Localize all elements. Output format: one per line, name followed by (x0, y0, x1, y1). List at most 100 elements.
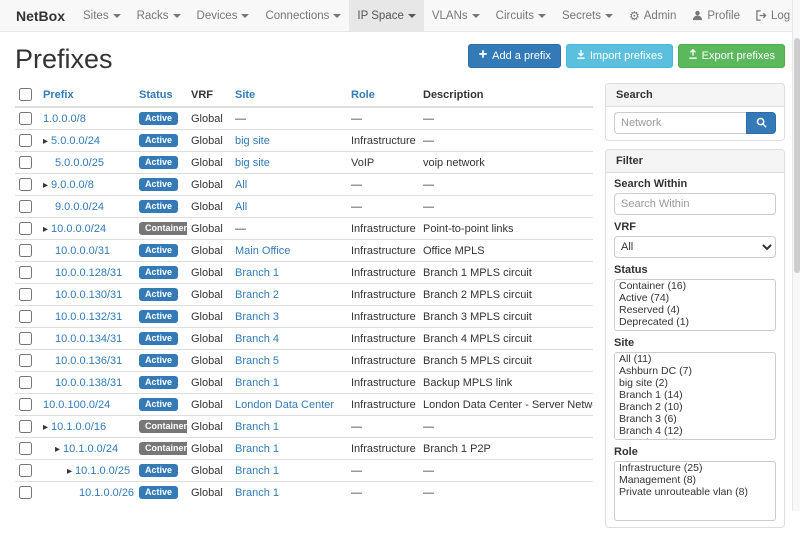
prefix-link[interactable]: 10.0.0.0/24 (51, 223, 106, 235)
nav-admin[interactable]: ⚙ Admin (621, 0, 684, 31)
prefix-link[interactable]: 10.0.0.136/31 (55, 355, 122, 367)
select-all-checkbox[interactable] (19, 88, 32, 101)
prefix-link[interactable]: 10.1.0.0/16 (51, 421, 106, 433)
add-prefix-button[interactable]: Add a prefix (468, 44, 561, 68)
prefix-link[interactable]: 10.0.0.0/31 (55, 245, 110, 257)
site-listbox[interactable]: All (11)Ashburn DC (7)big site (2)Branch… (614, 352, 776, 440)
prefix-link[interactable]: 5.0.0.0/25 (55, 157, 104, 169)
site-link[interactable]: Branch 1 (235, 267, 279, 279)
column-header[interactable]: Status (135, 83, 187, 107)
prefix-link[interactable]: 10.0.0.128/31 (55, 267, 122, 279)
prefix-link[interactable]: 10.0.0.138/31 (55, 377, 122, 389)
row-checkbox[interactable] (19, 464, 32, 477)
site-link[interactable]: big site (235, 157, 270, 169)
row-checkbox[interactable] (19, 442, 32, 455)
prefix-link[interactable]: 10.0.0.132/31 (55, 311, 122, 323)
description-value: — (419, 130, 593, 152)
filter-option[interactable]: Branch 3 (6) (615, 413, 775, 425)
page-scrollbar[interactable] (792, 0, 800, 511)
filter-option[interactable]: Infrastructure (25) (615, 462, 775, 474)
site-link[interactable]: Branch 1 (235, 487, 279, 499)
row-checkbox[interactable] (19, 156, 32, 169)
vrf-value: Global (187, 350, 231, 372)
filter-option[interactable]: Branch 4 (12) (615, 425, 775, 437)
prefix-link[interactable]: 5.0.0.0/24 (51, 135, 100, 147)
row-checkbox[interactable] (19, 398, 32, 411)
filter-option[interactable]: Branch 1 (14) (615, 389, 775, 401)
search-within-input[interactable] (614, 193, 776, 215)
nav-item[interactable]: VLANs (424, 0, 488, 31)
filter-option[interactable]: Branch 2 (10) (615, 401, 775, 413)
status-badge: Active (139, 464, 178, 477)
filter-option[interactable]: Ashburn DC (7) (615, 365, 775, 377)
nav-item[interactable]: Circuits (488, 0, 554, 31)
site-link[interactable]: All (235, 179, 247, 191)
filter-option[interactable]: Branch 5 (7) (615, 437, 775, 440)
row-checkbox[interactable] (19, 222, 32, 235)
filter-option[interactable]: big site (2) (615, 377, 775, 389)
status-listbox[interactable]: Container (16)Active (74)Reserved (4)Dep… (614, 279, 776, 331)
filter-option[interactable]: Container (16) (615, 280, 775, 292)
row-checkbox[interactable] (19, 354, 32, 367)
row-checkbox[interactable] (19, 200, 32, 213)
prefix-link[interactable]: 10.0.100.0/24 (43, 399, 110, 411)
filter-option[interactable]: All (11) (615, 353, 775, 365)
prefix-link[interactable]: 10.1.0.0/26 (79, 487, 134, 499)
prefix-link[interactable]: 1.0.0.0/8 (43, 113, 86, 125)
site-link[interactable]: Main Office (235, 245, 290, 257)
filter-option[interactable]: Reserved (4) (615, 304, 775, 316)
nav-item[interactable]: IP Space (349, 0, 423, 31)
prefix-link[interactable]: 9.0.0.0/8 (51, 179, 94, 191)
prefix-link[interactable]: 10.0.0.134/31 (55, 333, 122, 345)
site-link[interactable]: big site (235, 135, 270, 147)
vrf-select[interactable]: All (614, 236, 776, 258)
filter-option[interactable]: Management (8) (615, 474, 775, 486)
row-checkbox[interactable] (19, 178, 32, 191)
row-checkbox[interactable] (19, 112, 32, 125)
chevron-down-icon (408, 14, 416, 18)
site-link[interactable]: Branch 5 (235, 355, 279, 367)
prefix-link[interactable]: 10.1.0.0/24 (63, 443, 118, 455)
site-link[interactable]: Branch 1 (235, 465, 279, 477)
row-checkbox[interactable] (19, 332, 32, 345)
row-checkbox[interactable] (19, 376, 32, 389)
column-header[interactable]: Role (347, 83, 419, 107)
import-prefixes-button[interactable]: Import prefixes (566, 44, 673, 68)
filter-option[interactable]: Private unrouteable vlan (8) (615, 486, 775, 498)
nav-profile[interactable]: Profile (684, 0, 748, 31)
search-input[interactable] (614, 112, 746, 134)
row-checkbox[interactable] (19, 244, 32, 257)
status-badge: Active (139, 134, 178, 147)
filter-option[interactable]: Active (74) (615, 292, 775, 304)
prefix-link[interactable]: 10.1.0.0/25 (75, 465, 130, 477)
row-checkbox[interactable] (19, 310, 32, 323)
nav-item[interactable]: Racks (129, 0, 189, 31)
column-header[interactable]: Prefix (39, 83, 135, 107)
role-listbox[interactable]: Infrastructure (25)Management (8)Private… (614, 461, 776, 521)
site-link[interactable]: Branch 4 (235, 333, 279, 345)
nav-item[interactable]: Connections (257, 0, 349, 31)
row-checkbox[interactable] (19, 486, 32, 499)
prefix-link[interactable]: 10.0.0.130/31 (55, 289, 122, 301)
site-link[interactable]: London Data Center (235, 399, 334, 411)
site-link[interactable]: Branch 1 (235, 421, 279, 433)
prefix-link[interactable]: 9.0.0.0/24 (55, 201, 104, 213)
site-link[interactable]: Branch 2 (235, 289, 279, 301)
row-checkbox[interactable] (19, 266, 32, 279)
nav-item[interactable]: Sites (75, 0, 129, 31)
site-link[interactable]: All (235, 201, 247, 213)
search-button[interactable] (746, 112, 776, 134)
site-link[interactable]: Branch 3 (235, 311, 279, 323)
nav-item[interactable]: Devices (189, 0, 258, 31)
site-link[interactable]: Branch 1 (235, 377, 279, 389)
row-checkbox[interactable] (19, 134, 32, 147)
filter-option[interactable]: Deprecated (1) (615, 316, 775, 328)
site-link[interactable]: Branch 1 (235, 443, 279, 455)
row-checkbox[interactable] (19, 420, 32, 433)
app-brand[interactable]: NetBox (6, 0, 75, 31)
row-checkbox[interactable] (19, 288, 32, 301)
export-prefixes-button[interactable]: Export prefixes (678, 44, 785, 68)
nav-item[interactable]: Secrets (554, 0, 621, 31)
scrollbar-thumb[interactable] (794, 38, 800, 273)
column-header[interactable]: Site (231, 83, 347, 107)
